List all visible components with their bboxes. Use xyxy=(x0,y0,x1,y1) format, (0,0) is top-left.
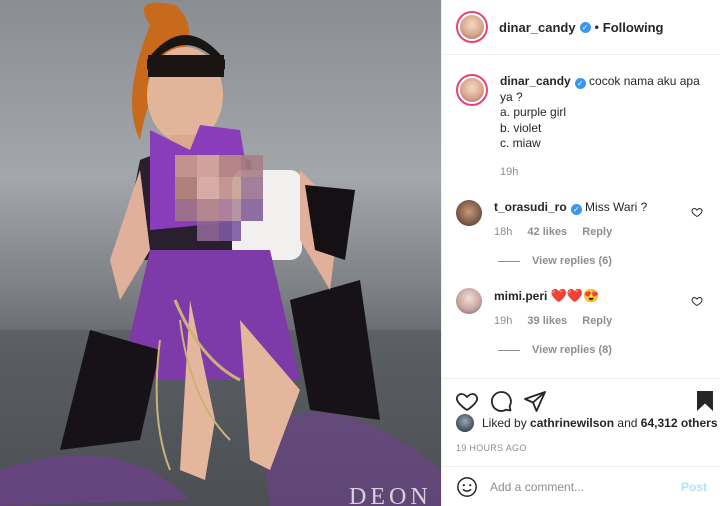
comment-username[interactable]: t_orasudi_ro xyxy=(494,200,567,214)
likes-middle: and xyxy=(617,416,638,430)
author-username[interactable]: dinar_candy xyxy=(499,20,576,35)
likes-summary: Liked by cathrinewilson and 64,312 other… xyxy=(456,414,718,432)
view-replies-label: View replies (6) xyxy=(532,255,612,267)
heart-icon[interactable] xyxy=(455,389,479,413)
post-button[interactable]: Post xyxy=(681,480,707,494)
caption-line: a. purple girl xyxy=(500,105,567,119)
comment-item: mimi.peri ❤️❤️😍 19h 39 likes Reply xyxy=(456,288,711,327)
likes-prefix: Liked by xyxy=(482,416,527,430)
caption-time[interactable]: 19h xyxy=(500,166,518,178)
view-replies-line xyxy=(498,260,520,262)
view-replies-button[interactable]: View replies (6) xyxy=(498,255,612,267)
post-header: dinar_candy ✓ • Following xyxy=(442,0,720,55)
comment-box: Post xyxy=(442,466,720,506)
view-replies-label: View replies (8) xyxy=(532,344,612,356)
photo-illustration xyxy=(0,2,441,506)
post-side-panel: dinar_candy ✓ • Following dinar_candy ✓ c… xyxy=(441,0,720,506)
caption-avatar[interactable] xyxy=(456,74,488,106)
commenter-avatar[interactable] xyxy=(456,200,482,226)
action-bar xyxy=(442,378,720,414)
caption-username[interactable]: dinar_candy xyxy=(500,74,571,88)
comment-icon[interactable] xyxy=(489,389,513,413)
bookmark-icon[interactable] xyxy=(693,389,717,413)
author-avatar[interactable] xyxy=(456,11,488,43)
comment-likes[interactable]: 39 likes xyxy=(527,315,567,327)
view-replies-line xyxy=(498,349,520,351)
comment-username[interactable]: mimi.peri xyxy=(494,289,547,303)
post-timestamp[interactable]: 19 HOURS AGO xyxy=(456,443,527,453)
following-button[interactable]: Following xyxy=(603,20,664,35)
comment-reply-button[interactable]: Reply xyxy=(582,315,612,327)
verified-icon: ✓ xyxy=(570,204,582,215)
comment-like-heart-icon[interactable] xyxy=(691,206,703,218)
header-separator: • xyxy=(594,20,599,34)
share-icon[interactable] xyxy=(523,389,547,413)
likes-user[interactable]: cathrinewilson xyxy=(530,416,614,430)
comment-likes[interactable]: 42 likes xyxy=(527,226,567,238)
comment-time[interactable]: 18h xyxy=(494,226,512,238)
comment-like-heart-icon[interactable] xyxy=(691,295,703,307)
comment-item: t_orasudi_ro ✓ Miss Wari ? 18h 42 likes R… xyxy=(456,200,711,238)
caption-line: b. violet xyxy=(500,120,542,135)
post-photo[interactable]: DEON xyxy=(0,0,441,506)
caption: dinar_candy ✓ cocok nama aku apa ya ? a. … xyxy=(456,74,711,178)
caption-line: c. miaw xyxy=(500,136,541,150)
view-replies-button[interactable]: View replies (8) xyxy=(498,344,612,356)
comment-text: ❤️❤️😍 xyxy=(550,288,600,303)
comment-text: Miss Wari ? xyxy=(585,200,648,214)
verified-icon: ✓ xyxy=(579,21,591,33)
smile-icon[interactable] xyxy=(456,476,478,498)
liker-avatar[interactable] xyxy=(456,414,474,432)
commenter-avatar[interactable] xyxy=(456,288,482,314)
photo-watermark: DEON xyxy=(349,484,432,506)
comment-time[interactable]: 19h xyxy=(494,315,512,327)
likes-others[interactable]: 64,312 others xyxy=(641,416,718,430)
comment-reply-button[interactable]: Reply xyxy=(582,226,612,238)
comment-input[interactable] xyxy=(490,479,681,494)
verified-icon: ✓ xyxy=(574,78,586,89)
comments-list[interactable]: dinar_candy ✓ cocok nama aku apa ya ? a. … xyxy=(442,56,720,378)
